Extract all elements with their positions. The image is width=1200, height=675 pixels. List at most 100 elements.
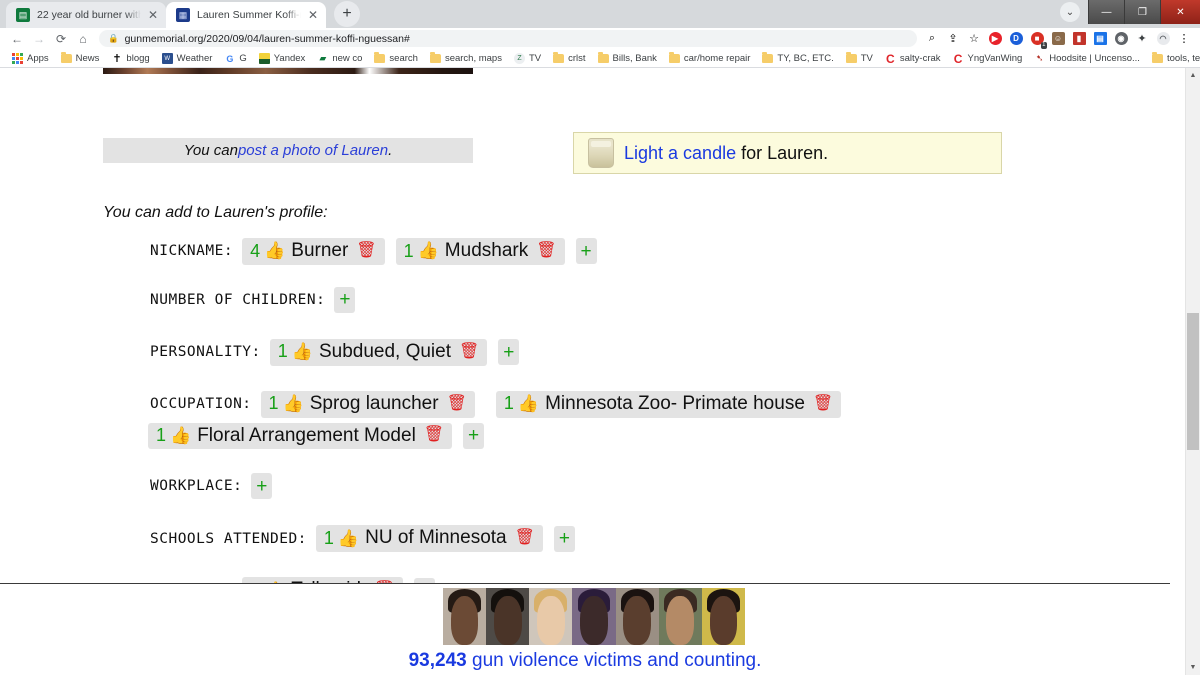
entry-text: Floral Arrangement Model xyxy=(197,424,416,446)
minimize-button[interactable]: — xyxy=(1088,0,1124,24)
folder-icon xyxy=(60,52,72,64)
folder-icon xyxy=(429,52,441,64)
close-icon[interactable]: ✕ xyxy=(148,9,158,21)
hoodsite-icon: ➷ xyxy=(1036,53,1044,63)
trash-icon[interactable]: 🗑 xyxy=(459,343,479,360)
close-button[interactable]: ✕ xyxy=(1160,0,1200,24)
thumbs-up-icon[interactable]: 👍 xyxy=(338,530,359,547)
thumbs-up-icon[interactable]: 👍 xyxy=(283,395,304,412)
bookmark-new-co[interactable]: ▰ new co xyxy=(311,51,368,67)
reload-icon[interactable]: ⟳ xyxy=(50,29,72,49)
bookmark-google[interactable]: G G xyxy=(218,51,252,67)
entry-chip[interactable]: 1 👍 Minnesota Zoo- Primate house 🗑 xyxy=(495,390,842,418)
trash-icon[interactable]: 🗑 xyxy=(813,395,833,412)
bookmark-star-icon[interactable]: ☆ xyxy=(964,29,984,49)
scroll-up-arrow[interactable]: ▲ xyxy=(1186,68,1200,83)
thumbs-up-icon[interactable]: 👍 xyxy=(418,242,439,259)
bookmark-label: Weather xyxy=(176,53,213,64)
tab-title: Lauren Summer Koffi-n'guessan. xyxy=(197,9,301,21)
home-icon[interactable]: ⌂ xyxy=(72,29,94,49)
bookmark-search-maps[interactable]: search, maps xyxy=(424,51,508,67)
back-icon[interactable]: ← xyxy=(6,29,28,49)
forward-icon[interactable]: → xyxy=(28,29,50,49)
add-entry-button[interactable]: + xyxy=(553,525,575,552)
address-bar[interactable]: 🔒 gunmemorial.org/2020/09/04/lauren-summ… xyxy=(99,30,917,47)
bookmark-car-home-repair[interactable]: car/home repair xyxy=(663,51,757,67)
entry-chip[interactable]: 1 👍 NU of Minnesota 🗑 xyxy=(315,525,543,553)
entry-text: Burner xyxy=(291,240,349,261)
bookmark-bills-bank[interactable]: Bills, Bank xyxy=(592,51,663,67)
bookmark-yngvanwing[interactable]: C YngVanWing xyxy=(947,51,1029,67)
c-logo-icon: C xyxy=(886,51,895,66)
chevron-down-icon[interactable]: ⌄ xyxy=(1052,0,1088,24)
entry-chip[interactable]: 1 👍 Sprog launcher 🗑 xyxy=(260,390,475,418)
trash-icon[interactable]: 🗑 xyxy=(356,242,376,259)
scrollbar-thumb[interactable] xyxy=(1187,313,1199,450)
red-shield-extension[interactable]: ■ 1 xyxy=(1027,29,1047,49)
media-player-extension[interactable]: ▶ xyxy=(985,29,1005,49)
share-icon[interactable]: ⇪ xyxy=(943,29,963,49)
bookmark-tv-2[interactable]: TV xyxy=(840,51,879,67)
bookmark-yandex[interactable]: Yandex xyxy=(253,51,312,67)
bookmark-news[interactable]: News xyxy=(55,51,106,67)
zoom-icon[interactable]: ⌕ xyxy=(922,29,942,49)
tab-0[interactable]: ▤ 22 year old burner with 3 sproglets ✕ xyxy=(6,2,166,28)
tab-1[interactable]: ▦ Lauren Summer Koffi-n'guessan. ✕ xyxy=(166,2,326,28)
vertical-scrollbar[interactable]: ▲ ▼ xyxy=(1185,68,1200,675)
bookmark-search[interactable]: search xyxy=(368,51,424,67)
entry-text: Subdued, Quiet xyxy=(318,340,451,362)
bookmark-blogg[interactable]: ✝ blogg xyxy=(105,51,155,67)
new-tab-button[interactable]: + xyxy=(334,1,360,27)
entry-chip[interactable]: 1 👍 Mudshark 🗑 xyxy=(395,238,565,265)
avatar-profile-extension[interactable]: ☺ xyxy=(1048,29,1068,49)
vote-count: 1 xyxy=(323,527,334,548)
blue-doc-extension[interactable]: ▤ xyxy=(1090,29,1110,49)
thumbs-up-icon[interactable]: 👍 xyxy=(518,395,539,412)
entry-chip[interactable]: 1 👍 Floral Arrangement Model 🗑 xyxy=(148,422,453,450)
maximize-button[interactable]: ❐ xyxy=(1124,0,1160,24)
close-icon[interactable]: ✕ xyxy=(308,9,318,21)
dark-circle-extension[interactable]: ◉ xyxy=(1111,29,1131,49)
trash-icon[interactable]: 🗑 xyxy=(536,242,556,259)
add-entry-button[interactable]: + xyxy=(463,422,485,449)
thumbs-up-icon[interactable]: 👍 xyxy=(264,242,285,259)
victim-photo xyxy=(701,588,745,645)
add-entry-button[interactable]: + xyxy=(251,473,273,500)
entry-text: Sprog launcher xyxy=(309,392,439,414)
page-viewport: You can post a photo of Lauren. Light a … xyxy=(0,68,1200,675)
bookmark-label: YngVanWing xyxy=(967,53,1023,64)
trash-icon[interactable]: 🗑 xyxy=(424,427,444,443)
puzzle-icon[interactable]: ✦ xyxy=(1132,29,1152,49)
duckduckgo-extension[interactable]: D xyxy=(1006,29,1026,49)
bookmark-tv-1[interactable]: Z TV xyxy=(508,51,547,67)
candle-text: Light a candle for Lauren. xyxy=(624,143,828,164)
add-profile-heading: You can add to Lauren's profile: xyxy=(103,204,328,221)
navigation-bar: ← → ⟳ ⌂ 🔒 gunmemorial.org/2020/09/04/lau… xyxy=(0,28,1200,50)
trash-icon[interactable]: 🗑 xyxy=(447,395,467,412)
thumbs-up-icon[interactable]: 👍 xyxy=(292,343,313,360)
field-row-number-of-children: NUMBER OF CHILDREN: + xyxy=(150,286,1185,313)
post-photo-link[interactable]: post a photo of Lauren xyxy=(238,142,388,159)
bookmark-apps[interactable]: Apps xyxy=(6,51,55,67)
bookmark-weather[interactable]: W Weather xyxy=(156,51,219,67)
scroll-down-arrow[interactable]: ▼ xyxy=(1186,660,1200,675)
bookmark-crlst[interactable]: crlst xyxy=(547,51,591,67)
entry-chip[interactable]: 4 👍 Burner 🗑 xyxy=(242,238,385,265)
bookmark-tools-tech[interactable]: tools, tech xyxy=(1146,51,1200,67)
light-candle-link[interactable]: Light a candle xyxy=(624,143,736,163)
add-entry-button[interactable]: + xyxy=(575,238,597,265)
bookmark-salty-crak[interactable]: C salty-crak xyxy=(879,51,947,67)
site-footer: 93,243 gun violence victims and counting… xyxy=(0,583,1170,675)
avatar[interactable]: ◠ xyxy=(1153,29,1173,49)
bookmark-ty-bc-etc[interactable]: TY, BC, ETC. xyxy=(756,51,839,67)
bookmark-hoodsite[interactable]: ➷ Hoodsite | Uncenso... xyxy=(1028,51,1146,67)
add-entry-button[interactable]: + xyxy=(334,286,356,313)
menu-icon[interactable]: ⋮ xyxy=(1174,29,1194,49)
thumbs-up-icon[interactable]: 👍 xyxy=(170,427,191,444)
trash-icon[interactable]: 🗑 xyxy=(515,530,535,546)
add-entry-button[interactable]: + xyxy=(498,339,520,366)
tv-icon: Z xyxy=(513,53,525,64)
entry-chip[interactable]: 1 👍 Subdued, Quiet 🗑 xyxy=(269,338,488,366)
red-book-extension[interactable]: ▮ xyxy=(1069,29,1089,49)
bookmark-label: crlst xyxy=(568,53,586,64)
